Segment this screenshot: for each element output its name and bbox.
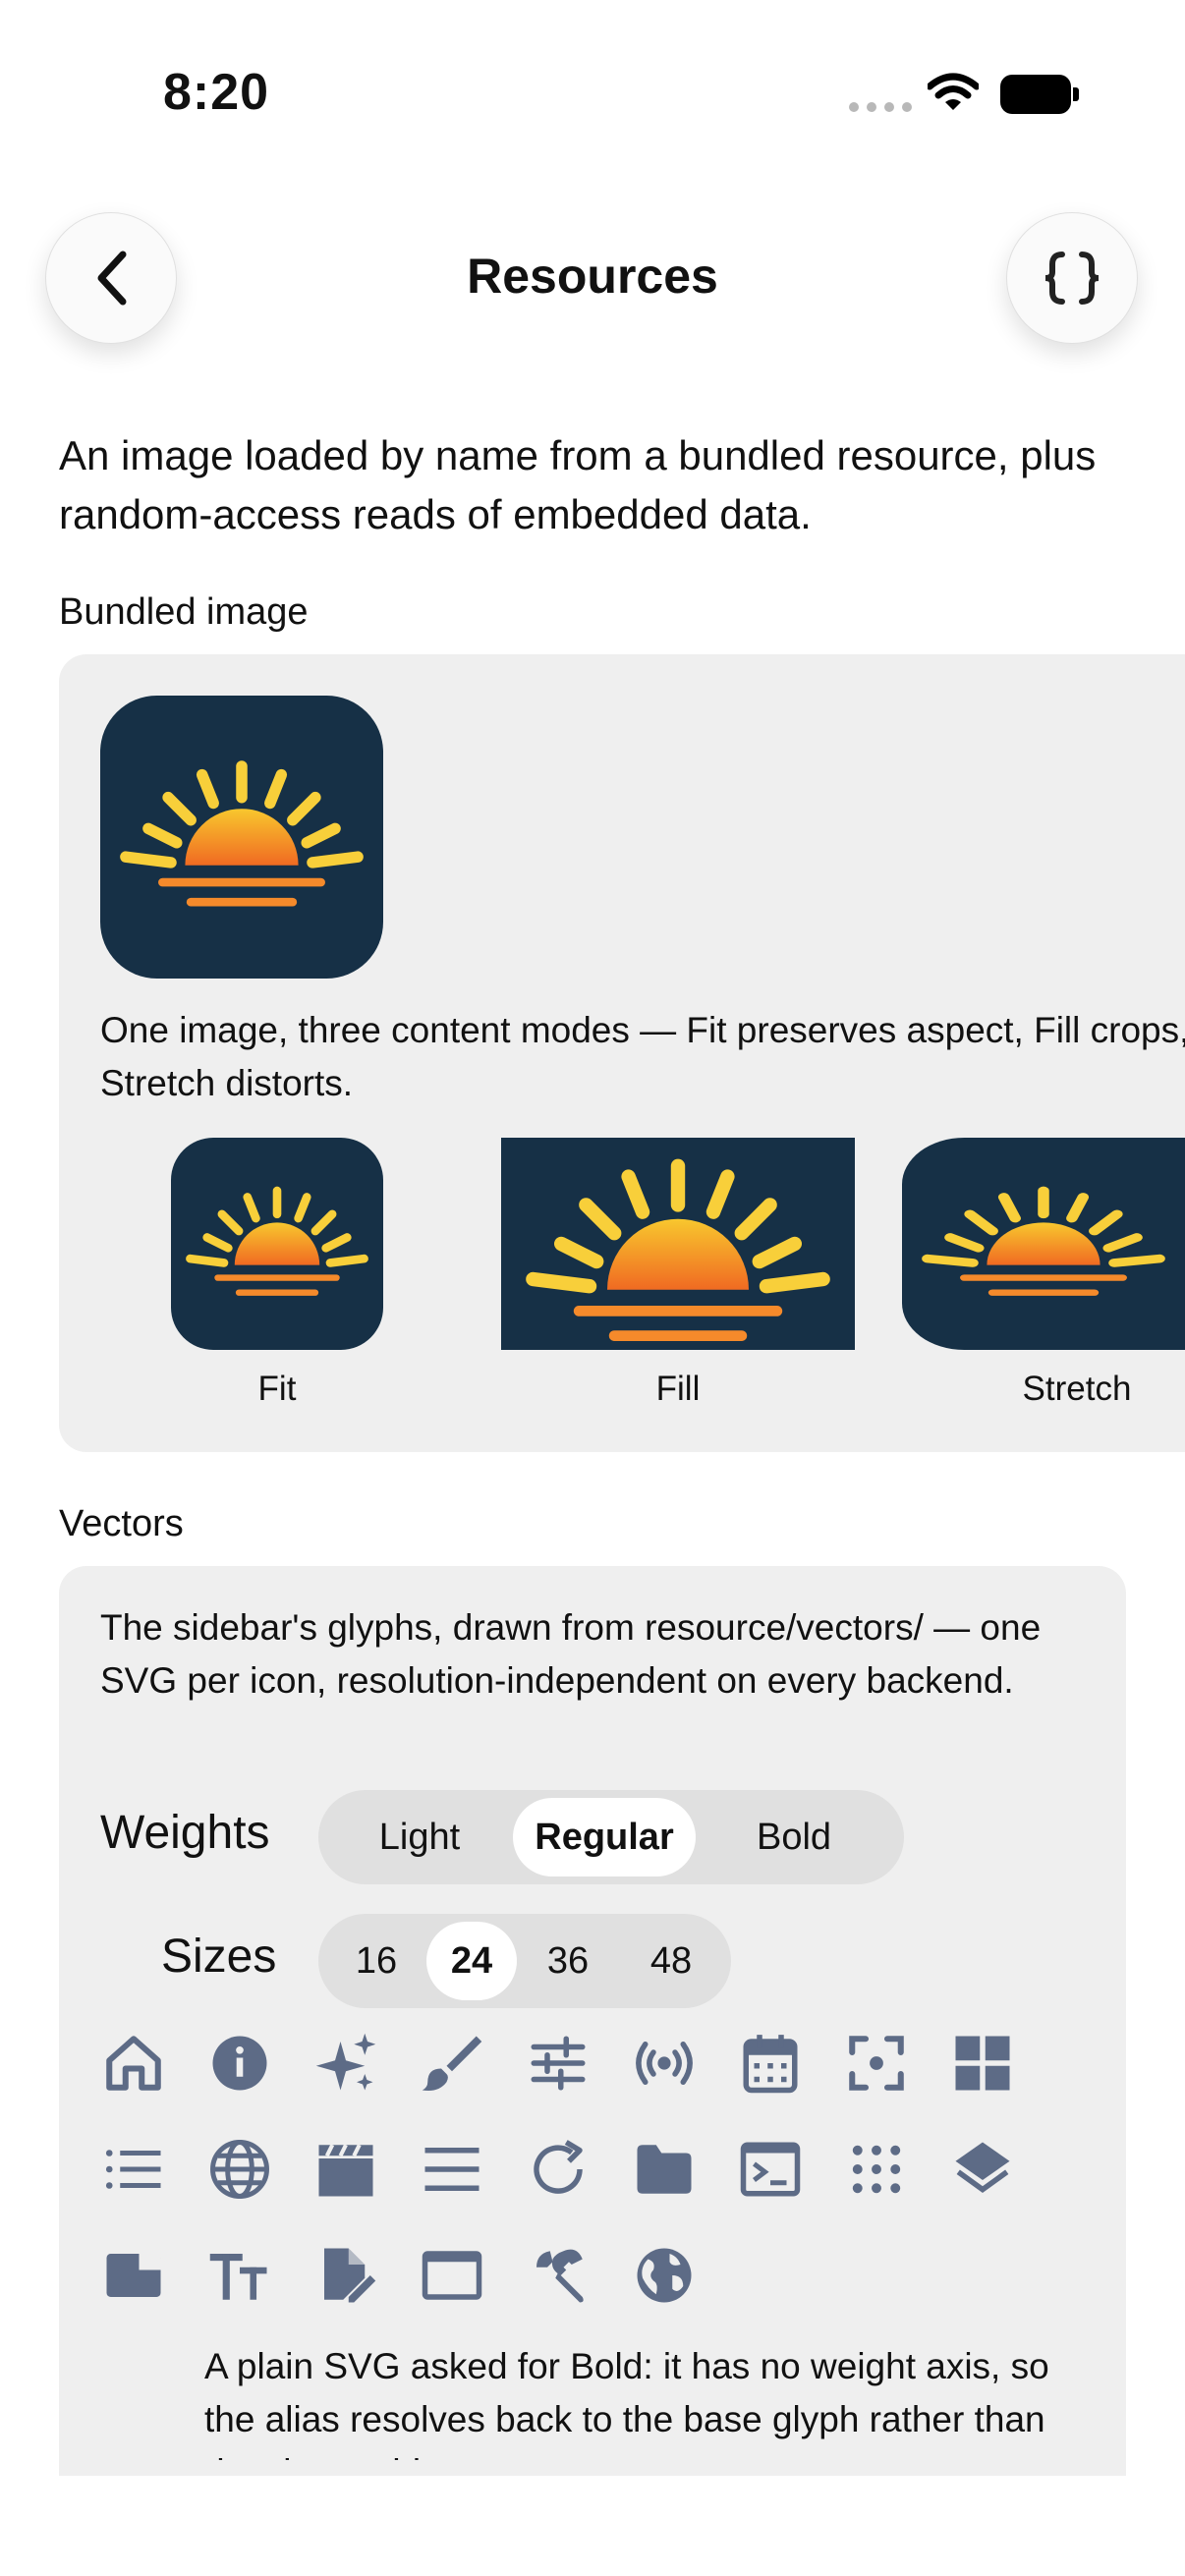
document-edit-icon [310, 2240, 381, 2311]
sliders-icon [523, 2028, 593, 2099]
sunrise-image [100, 696, 383, 979]
sparkles-icon [310, 2028, 381, 2099]
wrench-icon [523, 2240, 593, 2311]
stretch-mode-image [902, 1138, 1185, 1350]
grid-icon [947, 2028, 1018, 2099]
size-option-16[interactable]: 16 [326, 1922, 426, 2000]
fill-mode-image [501, 1138, 855, 1350]
calendar-icon [735, 2028, 806, 2099]
broadcast-icon [629, 2028, 700, 2099]
fill-mode-label: Fill [655, 1370, 701, 1408]
view-source-button[interactable] [1006, 212, 1138, 344]
wifi-icon [926, 73, 981, 117]
cellular-signal-icon [849, 102, 912, 112]
size-option-36[interactable]: 36 [517, 1922, 619, 2000]
content-modes-caption: One image, three content modes — Fit pre… [100, 1010, 1185, 1103]
intro-text: An image loaded by name from a bundled r… [59, 432, 1097, 537]
status-time: 8:20 [163, 64, 270, 121]
window-icon [417, 2240, 487, 2311]
earth-icon [629, 2240, 700, 2311]
weights-segmented-control[interactable]: Light Regular Bold [318, 1790, 904, 1884]
braces-icon [1044, 252, 1100, 305]
focus-icon [841, 2028, 912, 2099]
list-icon [98, 2134, 169, 2205]
bottom-safe-area [0, 2476, 1185, 2576]
globe-icon [204, 2134, 275, 2205]
brush-icon [417, 2028, 487, 2099]
fit-mode-label: Fit [257, 1370, 297, 1408]
terminal-icon [735, 2134, 806, 2205]
sidebar-panel-icon [98, 2240, 169, 2311]
sizes-segmented-control[interactable]: 16 24 36 48 [318, 1914, 731, 2008]
menu-icon [417, 2134, 487, 2205]
size-option-48[interactable]: 48 [619, 1922, 723, 2000]
weight-option-regular[interactable]: Regular [513, 1798, 696, 1876]
bundled-image-card: One image, three content modes — Fit pre… [59, 654, 1185, 1452]
weights-label: Weights [100, 1807, 270, 1859]
battery-icon [1000, 75, 1079, 114]
folder-icon [629, 2134, 700, 2205]
refresh-icon [523, 2134, 593, 2205]
weight-option-light[interactable]: Light [326, 1798, 513, 1876]
sizes-label: Sizes [161, 1931, 277, 1983]
bundled-image-label: Bundled image [59, 591, 309, 633]
vectors-card: The sidebar's glyphs, drawn from resourc… [59, 1566, 1126, 2548]
clapperboard-icon [310, 2134, 381, 2205]
home-icon [98, 2028, 169, 2099]
stretch-mode-label: Stretch [1022, 1370, 1132, 1408]
weight-option-bold[interactable]: Bold [696, 1798, 892, 1876]
vectors-label: Vectors [59, 1503, 184, 1544]
fit-mode-image [171, 1138, 383, 1350]
layers-icon [947, 2134, 1018, 2205]
dots-grid-icon [841, 2134, 912, 2205]
size-option-24[interactable]: 24 [426, 1922, 517, 2000]
bold-fallback-note: A plain SVG asked for Bold: it has no we… [204, 2346, 1049, 2460]
text-size-icon [204, 2240, 275, 2311]
vectors-description: The sidebar's glyphs, drawn from resourc… [100, 1607, 1042, 1701]
info-icon [204, 2028, 275, 2099]
